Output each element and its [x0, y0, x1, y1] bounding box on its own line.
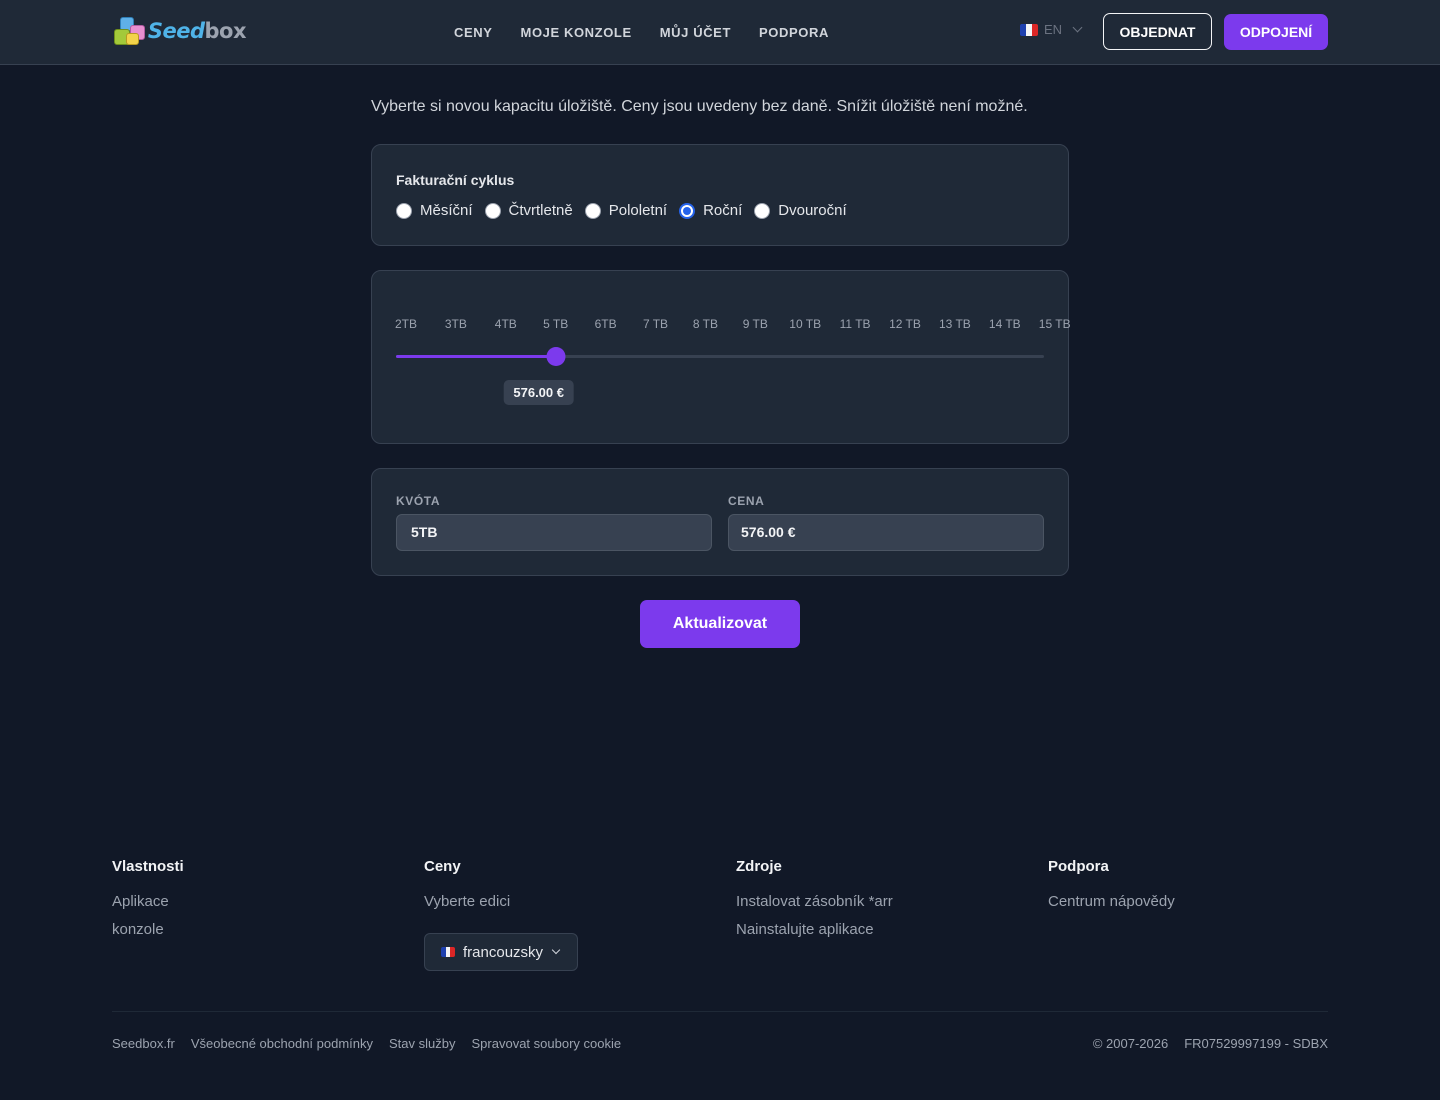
flag-fr-icon — [1020, 23, 1038, 36]
footer-link-cookies[interactable]: Spravovat soubory cookie — [472, 1036, 622, 1051]
flag-fr-icon — [441, 947, 455, 957]
radio-quarterly[interactable] — [484, 202, 501, 219]
slider-tick-label[interactable]: 12 TB — [889, 317, 921, 331]
nav-support[interactable]: PODPORA — [745, 25, 843, 40]
billing-option-quarterly[interactable]: Čtvrtletně — [484, 202, 573, 219]
footer-link-install-apps[interactable]: Nainstalujte aplikace — [736, 921, 1016, 939]
footer-divider — [112, 1011, 1328, 1012]
radio-monthly[interactable] — [396, 202, 412, 219]
footer-col-features: Vlastnosti Aplikace konzole — [112, 858, 392, 939]
main-nav: CENY MOJE KONZOLE MŮJ ÚČET PODPORA — [440, 0, 843, 64]
slider-tick-label[interactable]: 10 TB — [789, 317, 821, 331]
storage-slider-track[interactable] — [396, 355, 1044, 358]
footer-col-pricing: Ceny Vyberte edici — [424, 858, 704, 911]
chevron-down-icon — [551, 945, 561, 955]
slider-tick-label[interactable]: 6TB — [595, 317, 617, 331]
billing-option-annual[interactable]: Roční — [679, 202, 742, 219]
slider-tick-label[interactable]: 11 TB — [840, 317, 871, 331]
language-code: EN — [1044, 22, 1063, 37]
slider-tick-label[interactable]: 4TB — [495, 317, 517, 331]
footer-col-title: Zdroje — [736, 858, 782, 875]
slider-tick-label[interactable]: 8 TB — [693, 317, 718, 331]
footer-col-title: Ceny — [424, 858, 461, 875]
seedbox-logo[interactable]: Seedbox — [112, 14, 246, 48]
slider-tick-label[interactable]: 15 TB — [1039, 317, 1071, 331]
storage-slider-card: 2TB 3TB 4TB 5 TB 6TB 7 TB 8 TB 9 TB 10 TB 11 TB 12… — [371, 270, 1071, 444]
copyright: © 2007-2026 — [1092, 1036, 1169, 1051]
slider-tick-label[interactable]: 13 TB — [939, 317, 971, 331]
footer-link-choose-edition[interactable]: Vyberte edici — [424, 893, 704, 911]
slider-tick-label[interactable]: 7 TB — [643, 317, 668, 331]
price-tooltip: 576.00 € — [503, 380, 574, 405]
logo-cubes-icon — [112, 15, 145, 47]
footer-link-install-arr[interactable]: Instalovat zásobník *arr — [736, 893, 1016, 911]
logout-button[interactable]: ODPOJENÍ — [1224, 14, 1328, 50]
slider-tick-label[interactable]: 3TB — [445, 317, 467, 331]
footer-link-help-center[interactable]: Centrum nápovědy — [1048, 893, 1328, 911]
slider-tick-label[interactable]: 5 TB — [543, 317, 568, 331]
order-button[interactable]: OBJEDNAT — [1103, 13, 1212, 50]
price-label: CENA — [728, 494, 765, 508]
billing-cycle-card: Fakturační cyklus Měsíční Čtvrtletně Pol… — [371, 144, 1069, 246]
slider-tick-label[interactable]: 9 TB — [743, 317, 768, 331]
nav-my-consoles[interactable]: MOJE KONZOLE — [507, 25, 646, 40]
footer-link-terms[interactable]: Všeobecné obchodní podmínky — [191, 1036, 373, 1051]
radio-biennial[interactable] — [754, 202, 771, 219]
radio-annual[interactable] — [679, 202, 696, 219]
update-button[interactable]: Aktualizovat — [640, 600, 800, 648]
price-field: CENA 576.00 € — [728, 494, 1044, 551]
footer-col-support: Podpora Centrum nápovědy — [1048, 858, 1328, 911]
language-switcher[interactable]: EN — [1020, 22, 1083, 37]
storage-slider-fill — [396, 355, 556, 358]
footer-link-seedbox[interactable]: Seedbox.fr — [112, 1036, 175, 1051]
footer-col-title: Vlastnosti — [112, 858, 184, 875]
header: Seedbox CENY MOJE KONZOLE MŮJ ÚČET PODPO… — [0, 0, 1440, 65]
quota-input: 5TB — [396, 514, 712, 551]
footer-bottom-links: Seedbox.fr Všeobecné obchodní podmínky S… — [112, 1036, 637, 1051]
intro-text: Vyberte si novou kapacitu úložiště. Ceny… — [371, 98, 1028, 115]
billing-cycle-options: Měsíční Čtvrtletně Pololetní Roční Dvour… — [396, 202, 859, 219]
summary-card: KVÓTA 5TB CENA 576.00 € — [371, 468, 1069, 576]
slider-tick-label[interactable]: 14 TB — [989, 317, 1021, 331]
slider-tick-label[interactable]: 2TB — [395, 317, 417, 331]
footer-link-apps[interactable]: Aplikace — [112, 893, 392, 911]
quota-label: KVÓTA — [396, 494, 441, 508]
footer-link-status[interactable]: Stav služby — [389, 1036, 455, 1051]
slider-tick-labels: 2TB 3TB 4TB 5 TB 6TB 7 TB 8 TB 9 TB 10 TB 11 TB 12… — [372, 317, 1071, 333]
billing-option-monthly[interactable]: Měsíční — [396, 202, 473, 219]
nav-my-account[interactable]: MŮJ ÚČET — [646, 25, 745, 40]
footer-legal: © 2007-2026 FR07529997199 - SDBX — [1093, 1036, 1328, 1051]
footer-col-resources: Zdroje Instalovat zásobník *arr Nainstal… — [736, 858, 1016, 939]
logo-text: Seedbox — [147, 19, 247, 43]
billing-cycle-label: Fakturační cyklus — [396, 172, 515, 188]
company-id: FR07529997199 - SDBX — [1184, 1036, 1328, 1051]
storage-slider-thumb[interactable] — [546, 347, 566, 366]
footer-col-title: Podpora — [1048, 858, 1109, 875]
footer-link-console[interactable]: konzole — [112, 921, 392, 939]
price-input: 576.00 € — [728, 514, 1044, 551]
radio-semiannual[interactable] — [584, 202, 601, 219]
billing-option-semiannual[interactable]: Pololetní — [584, 202, 667, 219]
nav-pricing[interactable]: CENY — [440, 25, 507, 40]
billing-option-biennial[interactable]: Dvouroční — [754, 202, 847, 219]
footer-language-value: francouzsky — [463, 943, 544, 961]
footer-language-select[interactable]: francouzsky — [424, 933, 578, 971]
chevron-down-icon — [1072, 22, 1083, 33]
quota-field: KVÓTA 5TB — [396, 494, 712, 551]
